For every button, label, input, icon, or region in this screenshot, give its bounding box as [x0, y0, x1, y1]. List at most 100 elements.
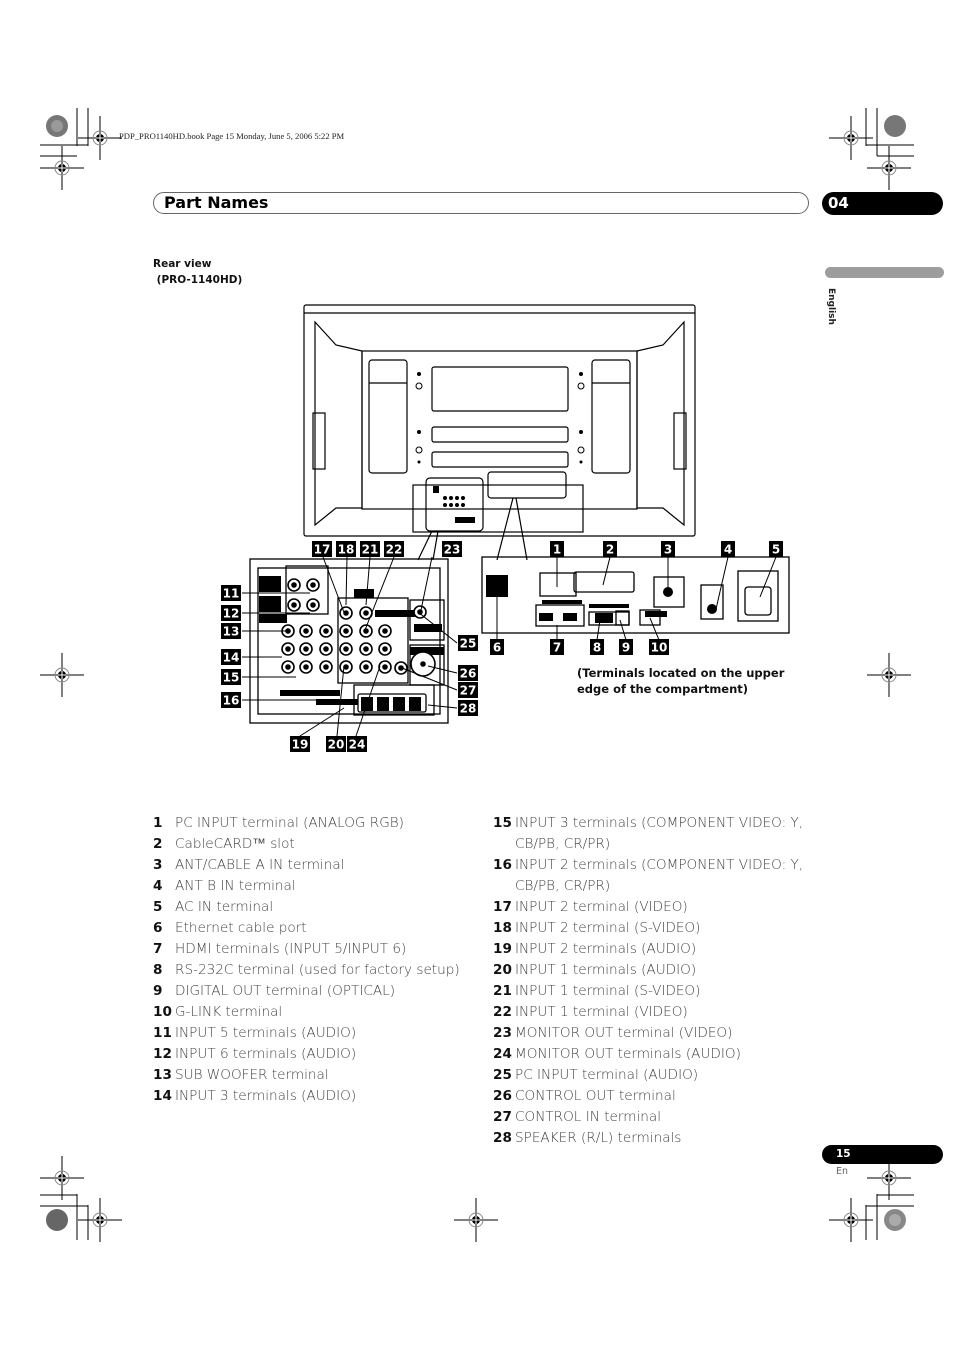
- callout-number: 21: [362, 543, 379, 557]
- callout-number: 6: [493, 641, 501, 655]
- jack-pin-icon: [291, 582, 297, 588]
- callout-badge: 13: [221, 623, 241, 639]
- legend-item-text: INPUT 2 terminal (S-VIDEO): [515, 920, 701, 936]
- legend-item-text-wrap: SUB WOOFER terminal: [175, 1065, 329, 1086]
- callout-number: 4: [724, 543, 732, 557]
- legend-item-number: 7: [153, 941, 163, 957]
- callout-badge: 19: [290, 736, 310, 752]
- callout-badge: 4: [721, 541, 735, 557]
- jack-pin-icon: [303, 646, 309, 652]
- legend-item-text: INPUT 1 terminal (S-VIDEO): [515, 983, 701, 999]
- legend-item-number: 3: [153, 857, 163, 873]
- legend-item-number: 15: [493, 815, 512, 831]
- legend-item-text-wrap: ANT/CABLE A IN terminal: [175, 855, 344, 876]
- legend-item-text: INPUT 1 terminals (AUDIO): [515, 962, 697, 978]
- legend-item: 22 INPUT 1 terminal (VIDEO): [493, 1002, 813, 1023]
- legend-item: 2 CableCARD™ slot: [153, 834, 473, 855]
- jack-pin-icon: [310, 582, 316, 588]
- legend-item-number: 10: [153, 1004, 172, 1020]
- legend-item: 26 CONTROL OUT terminal: [493, 1086, 813, 1107]
- legend-item-text-wrap: ANT B IN terminal: [175, 876, 296, 897]
- callout-number: 22: [386, 543, 403, 557]
- jack-pin-icon: [382, 628, 388, 634]
- callout-number: 16: [223, 694, 240, 708]
- legend-item-text-wrap: INPUT 2 terminals (AUDIO): [515, 939, 696, 960]
- legend-item-number: 20: [493, 962, 512, 978]
- legend-item-number: 24: [493, 1046, 512, 1062]
- legend-item-number: 8: [153, 962, 163, 978]
- legend-item: 14 INPUT 3 terminals (AUDIO): [153, 1086, 473, 1107]
- figure-caption: (Terminals located on the upper edge of …: [577, 666, 784, 697]
- jack-pin-icon: [285, 646, 291, 652]
- page-number: 15: [836, 1148, 851, 1160]
- callout-number: 26: [460, 667, 477, 681]
- callout-badge: 23: [442, 541, 462, 557]
- legend-item-text-wrap: DIGITAL OUT terminal (OPTICAL): [175, 981, 395, 1002]
- jack-pin-icon: [382, 664, 388, 670]
- callout-number: 10: [651, 641, 668, 655]
- legend-item-text-wrap: PC INPUT terminal (AUDIO): [515, 1065, 698, 1086]
- legend-item-text-wrap: INPUT 3 terminals (AUDIO): [175, 1086, 356, 1107]
- tv-rear-outline: [303, 304, 696, 537]
- callout-badge: 28: [458, 700, 478, 716]
- legend-item-number: 21: [493, 983, 512, 999]
- callout-number: 20: [328, 738, 345, 752]
- callout-number: 8: [593, 641, 601, 655]
- legend-item: 13 SUB WOOFER terminal: [153, 1065, 473, 1086]
- legend-item-number: 14: [153, 1088, 172, 1104]
- legend-item-text: INPUT 1 terminal (VIDEO): [515, 1004, 688, 1020]
- jack-pin-icon: [310, 602, 316, 608]
- jack-pin-icon: [323, 628, 329, 634]
- legend-item-text-wrap: INPUT 1 terminals (AUDIO): [515, 960, 696, 981]
- callout-badge: 12: [221, 605, 241, 621]
- legend-item-text: ANT B IN terminal: [175, 878, 296, 894]
- callout-number: 23: [444, 543, 461, 557]
- legend-item-number: 25: [493, 1067, 512, 1083]
- callout-badge: 21: [360, 541, 380, 557]
- jack-pin-icon: [303, 628, 309, 634]
- callout-number: 9: [622, 641, 630, 655]
- legend-item-text-wrap: INPUT 2 terminals (COMPONENT VIDEO: Y, CB…: [515, 855, 803, 897]
- legend-item-number: 2: [153, 836, 163, 852]
- legend-item-text-wrap: AC IN terminal: [175, 897, 273, 918]
- part-list-right: 15 INPUT 3 terminals (COMPONENT VIDEO: Y,…: [493, 813, 813, 1149]
- legend-item-number: 9: [153, 983, 163, 999]
- legend-item-text: Ethernet cable port: [175, 920, 307, 936]
- figure-caption-line-1: (Terminals located on the upper: [577, 666, 785, 680]
- callout-badge: 22: [384, 541, 404, 557]
- jack-pin-icon: [323, 664, 329, 670]
- legend-item-text: AC IN terminal: [175, 899, 274, 915]
- legend-item-text-wrap: INPUT 5 terminals (AUDIO): [175, 1023, 356, 1044]
- legend-item-number: 23: [493, 1025, 512, 1041]
- legend-item-number: 18: [493, 920, 512, 936]
- terminal-compartment-thumbnail: [425, 477, 484, 532]
- legend-item-text: INPUT 5 terminals (AUDIO): [175, 1025, 357, 1041]
- legend-item-text: CONTROL OUT terminal: [515, 1088, 676, 1104]
- legend-item-text-wrap: INPUT 1 terminal (VIDEO): [515, 1002, 688, 1023]
- legend-item-number: 28: [493, 1130, 512, 1146]
- legend-item-text-wrap: CONTROL OUT terminal: [515, 1086, 676, 1107]
- jack-pin-icon: [420, 661, 426, 667]
- callout-badge: 25: [458, 635, 478, 651]
- callout-number: 7: [553, 641, 561, 655]
- callout-badge: 1: [550, 541, 564, 557]
- callout-number: 17: [314, 543, 331, 557]
- legend-item-text-wrap: CONTROL IN terminal: [515, 1107, 661, 1128]
- legend-item-text-wrap: SPEAKER (R/L) terminals: [515, 1128, 681, 1149]
- legend-item-text-wrap: INPUT 2 terminal (VIDEO): [515, 897, 688, 918]
- callout-badge: 18: [336, 541, 356, 557]
- legend-item: 4 ANT B IN terminal: [153, 876, 473, 897]
- callout-badge: 24: [347, 736, 367, 752]
- legend-item-text: INPUT 2 terminals (COMPONENT VIDEO: Y,: [515, 857, 804, 873]
- legend-item-text: DIGITAL OUT terminal (OPTICAL): [175, 983, 396, 999]
- legend-item-text: RS-232C terminal (used for factory setup…: [175, 962, 460, 978]
- legend-item: 20 INPUT 1 terminals (AUDIO): [493, 960, 813, 981]
- legend-item: 15 INPUT 3 terminals (COMPONENT VIDEO: Y,…: [493, 813, 813, 855]
- legend-item: 12 INPUT 6 terminals (AUDIO): [153, 1044, 473, 1065]
- jack-pin-icon: [363, 646, 369, 652]
- legend-item-number: 22: [493, 1004, 512, 1020]
- jack-pin-icon: [303, 664, 309, 670]
- legend-item: 19 INPUT 2 terminals (AUDIO): [493, 939, 813, 960]
- legend-item: 5 AC IN terminal: [153, 897, 473, 918]
- legend-item-text: CableCARD™ slot: [175, 836, 295, 852]
